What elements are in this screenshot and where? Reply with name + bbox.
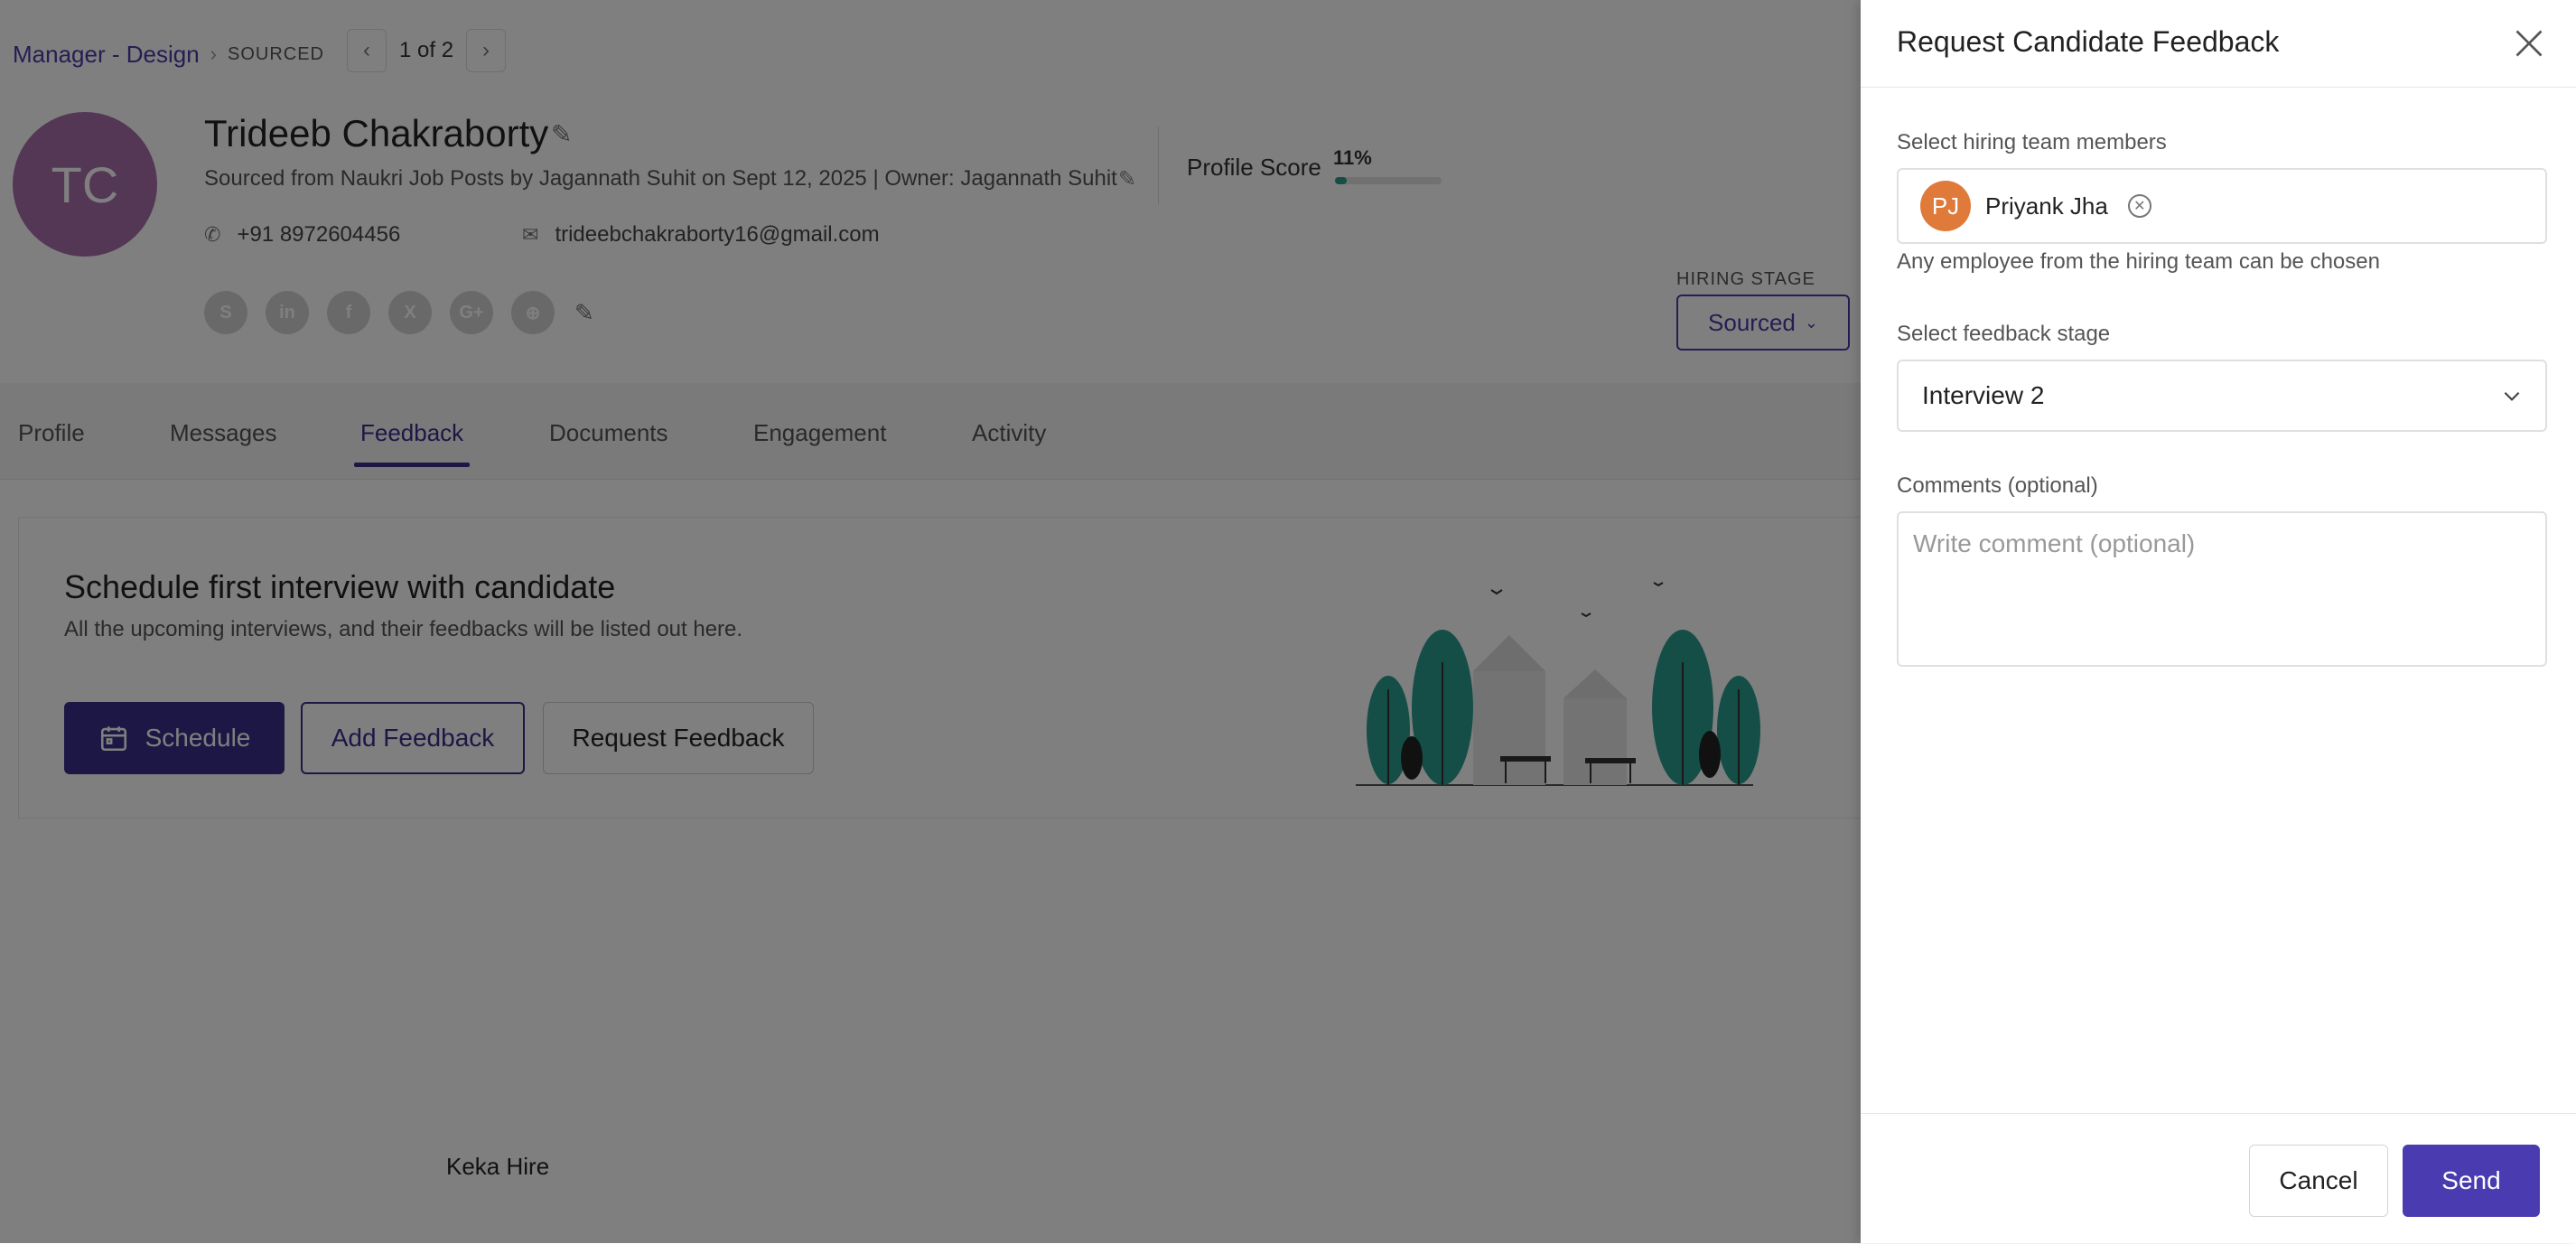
members-input[interactable]: PJ Priyank Jha ✕: [1897, 168, 2547, 244]
feedback-stage-value: Interview 2: [1922, 381, 2045, 409]
drawer-title: Request Candidate Feedback: [1897, 25, 2280, 58]
comments-label: Comments (optional): [1897, 473, 2098, 498]
chevron-down-icon: [2504, 391, 2520, 401]
cancel-button[interactable]: Cancel: [2249, 1145, 2388, 1217]
stage-label: Select feedback stage: [1897, 322, 2111, 346]
modal-backdrop[interactable]: [0, 0, 1861, 1243]
drawer-header: Request Candidate Feedback: [1861, 0, 2576, 88]
members-label: Select hiring team members: [1897, 130, 2167, 154]
members-hint: Any employee from the hiring team can be…: [1897, 249, 2380, 274]
member-avatar: PJ: [1920, 181, 1971, 231]
comments-textarea[interactable]: [1897, 511, 2547, 667]
close-icon: [2515, 30, 2543, 57]
feedback-stage-select[interactable]: Interview 2: [1897, 360, 2547, 432]
drawer-footer: Cancel Send: [1861, 1113, 2576, 1244]
member-name: Priyank Jha: [1985, 192, 2108, 220]
remove-member-icon[interactable]: ✕: [2127, 194, 2151, 218]
send-button[interactable]: Send: [2403, 1145, 2540, 1217]
request-feedback-drawer: Request Candidate Feedback Select hiring…: [1861, 0, 2576, 1243]
close-button[interactable]: [2507, 22, 2551, 65]
